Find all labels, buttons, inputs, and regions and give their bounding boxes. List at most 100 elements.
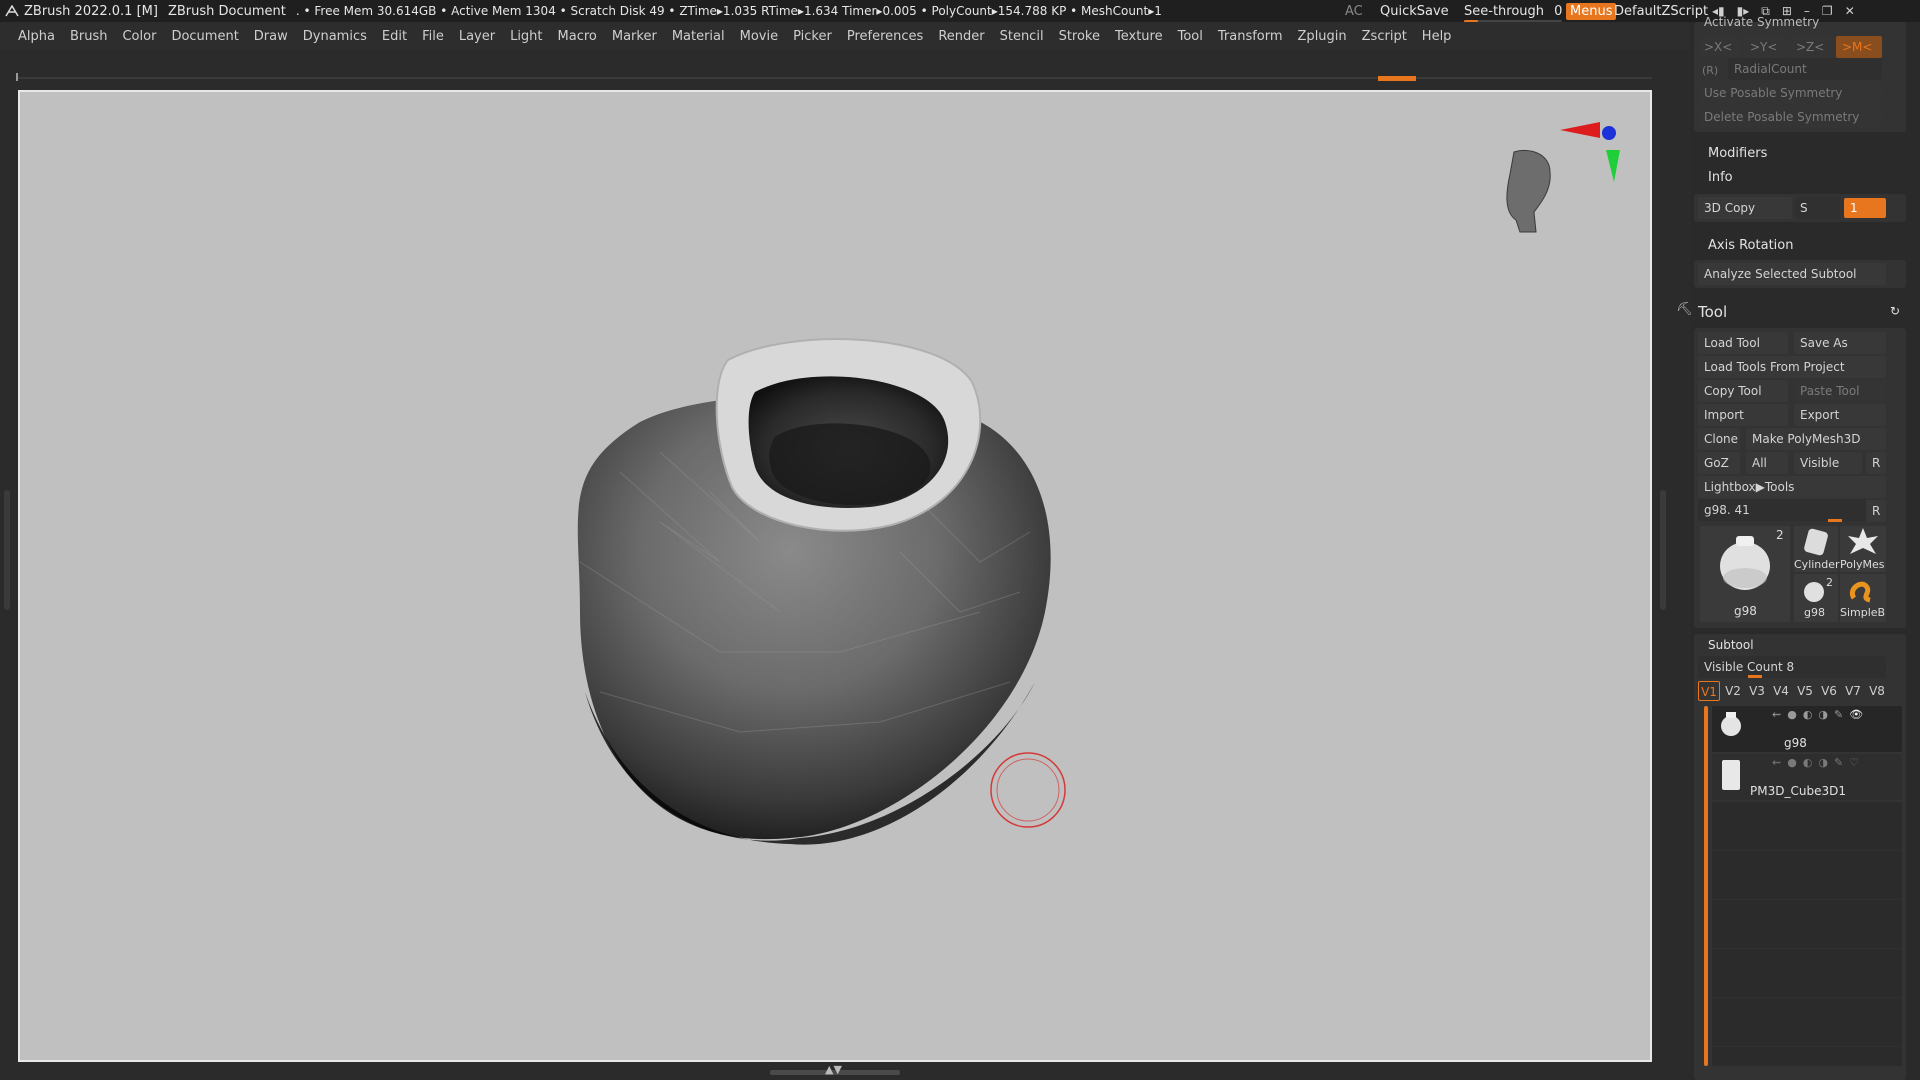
load-tool-button[interactable]: Load Tool: [1698, 332, 1788, 354]
sym-m-button[interactable]: >M<: [1836, 36, 1882, 58]
goz-visible-button[interactable]: Visible: [1794, 452, 1862, 474]
subtool-scrollbar[interactable]: [1704, 706, 1708, 1066]
document-canvas[interactable]: [18, 90, 1652, 1062]
clone-button[interactable]: Clone: [1698, 428, 1740, 450]
s-label: S: [1794, 197, 1840, 219]
small-g98-thumbnail[interactable]: 2 g98: [1794, 574, 1838, 622]
subtool-item[interactable]: ⇜●◐◑✎♡ PM3D_Cube3D1: [1712, 754, 1902, 800]
menu-macro[interactable]: Macro: [558, 29, 597, 44]
analyze-selected-subtool-button[interactable]: Analyze Selected Subtool: [1698, 263, 1886, 285]
axis-rotation-header[interactable]: Axis Rotation: [1708, 238, 1793, 253]
menu-draw[interactable]: Draw: [254, 29, 288, 44]
bottom-expand-icon[interactable]: ▲▼: [825, 1063, 842, 1076]
delete-posable-symmetry-button[interactable]: Delete Posable Symmetry: [1698, 106, 1882, 128]
save-as-button[interactable]: Save As: [1794, 332, 1886, 354]
sym-z-button[interactable]: >Z<: [1790, 36, 1834, 58]
vtab-v7[interactable]: V7: [1842, 681, 1864, 701]
pot-mesh[interactable]: [577, 338, 1051, 845]
use-posable-symmetry-button[interactable]: Use Posable Symmetry: [1698, 82, 1882, 104]
current-tool-r-button[interactable]: R: [1866, 500, 1886, 522]
radial-count-slider[interactable]: RadialCount: [1728, 58, 1882, 80]
menu-render[interactable]: Render: [938, 29, 984, 44]
activate-symmetry-button[interactable]: Activate Symmetry: [1704, 15, 1819, 29]
goz-all-button[interactable]: All: [1746, 452, 1788, 474]
paste-tool-button[interactable]: Paste Tool: [1794, 380, 1886, 402]
menu-layer[interactable]: Layer: [459, 29, 495, 44]
load-tools-from-project-button[interactable]: Load Tools From Project: [1698, 356, 1886, 378]
menu-stencil[interactable]: Stencil: [1000, 29, 1044, 44]
menu-stroke[interactable]: Stroke: [1059, 29, 1100, 44]
subtool-item[interactable]: ⇜●◐◑✎👁 g98: [1712, 706, 1902, 752]
cylinder-tool-thumbnail[interactable]: Cylinder: [1794, 526, 1840, 572]
menus-toggle-button[interactable]: Menus: [1566, 2, 1617, 20]
modifiers-header[interactable]: Modifiers: [1708, 146, 1767, 161]
default-zscript-button[interactable]: DefaultZScript: [1614, 4, 1708, 19]
menu-edit[interactable]: Edit: [382, 29, 407, 44]
lightbox-tools-button[interactable]: Lightbox▶Tools: [1698, 476, 1886, 498]
menu-preferences[interactable]: Preferences: [847, 29, 923, 44]
export-button[interactable]: Export: [1794, 404, 1886, 426]
info-header[interactable]: Info: [1708, 170, 1733, 185]
see-through-slider[interactable]: See-through 0: [1464, 4, 1563, 23]
subtool-empty-area: [1712, 802, 1902, 1066]
simplebrush-icon: [1850, 581, 1871, 603]
menu-dynamics[interactable]: Dynamics: [303, 29, 367, 44]
menu-alpha[interactable]: Alpha: [18, 29, 55, 44]
tool-palette-icon[interactable]: ⛏: [1676, 302, 1693, 317]
vtab-v8[interactable]: V8: [1866, 681, 1888, 701]
vtab-v1[interactable]: V1: [1698, 681, 1720, 701]
sym-x-button[interactable]: >X<: [1698, 36, 1742, 58]
menu-material[interactable]: Material: [672, 29, 725, 44]
menu-texture[interactable]: Texture: [1115, 29, 1163, 44]
menu-zplugin[interactable]: Zplugin: [1298, 29, 1347, 44]
sym-y-button[interactable]: >Y<: [1744, 36, 1788, 58]
current-tool-slider-knob[interactable]: [1828, 519, 1842, 522]
timeline-marker[interactable]: [1378, 76, 1416, 81]
quicksave-button[interactable]: QuickSave: [1380, 4, 1449, 19]
copy-tool-button[interactable]: Copy Tool: [1698, 380, 1788, 402]
menu-help[interactable]: Help: [1422, 29, 1452, 44]
visible-count-slider[interactable]: Visible Count 8: [1698, 656, 1886, 678]
subtool-eye-icon[interactable]: ♡: [1849, 756, 1865, 769]
menu-movie[interactable]: Movie: [740, 29, 778, 44]
maximize-icon[interactable]: ❐: [1822, 4, 1833, 18]
menu-transform[interactable]: Transform: [1218, 29, 1283, 44]
menu-picker[interactable]: Picker: [793, 29, 832, 44]
tool-palette-title[interactable]: Tool: [1698, 303, 1727, 321]
menu-document[interactable]: Document: [171, 29, 238, 44]
left-tray-handle[interactable]: [4, 490, 10, 610]
close-icon[interactable]: ✕: [1845, 4, 1855, 18]
make-polymesh3d-button[interactable]: Make PolyMesh3D: [1746, 428, 1886, 450]
menu-zscript[interactable]: Zscript: [1362, 29, 1407, 44]
menu-brush[interactable]: Brush: [70, 29, 108, 44]
menu-file[interactable]: File: [422, 29, 444, 44]
vtab-v4[interactable]: V4: [1770, 681, 1792, 701]
vtab-v6[interactable]: V6: [1818, 681, 1840, 701]
visible-count-knob[interactable]: [1748, 675, 1762, 678]
3d-copy-button[interactable]: 3D Copy: [1698, 197, 1792, 219]
simplebrush-tool-label: SimpleB: [1840, 606, 1886, 619]
right-tray-handle[interactable]: [1660, 490, 1666, 610]
subtool-eye-icon[interactable]: 👁: [1849, 708, 1869, 721]
vtab-v3[interactable]: V3: [1746, 681, 1768, 701]
main-tool-thumbnail[interactable]: 2 g98: [1700, 526, 1790, 622]
current-tool-slider[interactable]: g98. 41: [1698, 499, 1866, 521]
navigation-gizmo[interactable]: [1506, 122, 1620, 233]
tool-palette-reset-icon[interactable]: ↻: [1890, 304, 1900, 318]
simplebrush-tool-thumbnail[interactable]: SimpleB: [1840, 574, 1886, 622]
import-button[interactable]: Import: [1698, 404, 1788, 426]
goz-button[interactable]: GoZ: [1698, 452, 1740, 474]
s-value-field[interactable]: 1: [1844, 198, 1886, 218]
subtool-header[interactable]: Subtool: [1708, 638, 1754, 652]
menu-tool[interactable]: Tool: [1178, 29, 1203, 44]
goz-r-button[interactable]: R: [1866, 452, 1886, 474]
vtab-v5[interactable]: V5: [1794, 681, 1816, 701]
polymesh-tool-thumbnail[interactable]: PolyMes: [1840, 526, 1886, 572]
ac-indicator[interactable]: AC: [1345, 4, 1363, 19]
vtab-v2[interactable]: V2: [1722, 681, 1744, 701]
menu-color[interactable]: Color: [122, 29, 156, 44]
menu-light[interactable]: Light: [510, 29, 542, 44]
viewport-3d[interactable]: [20, 92, 1650, 1060]
radial-r-toggle[interactable]: (R): [1702, 64, 1718, 77]
menu-marker[interactable]: Marker: [612, 29, 657, 44]
